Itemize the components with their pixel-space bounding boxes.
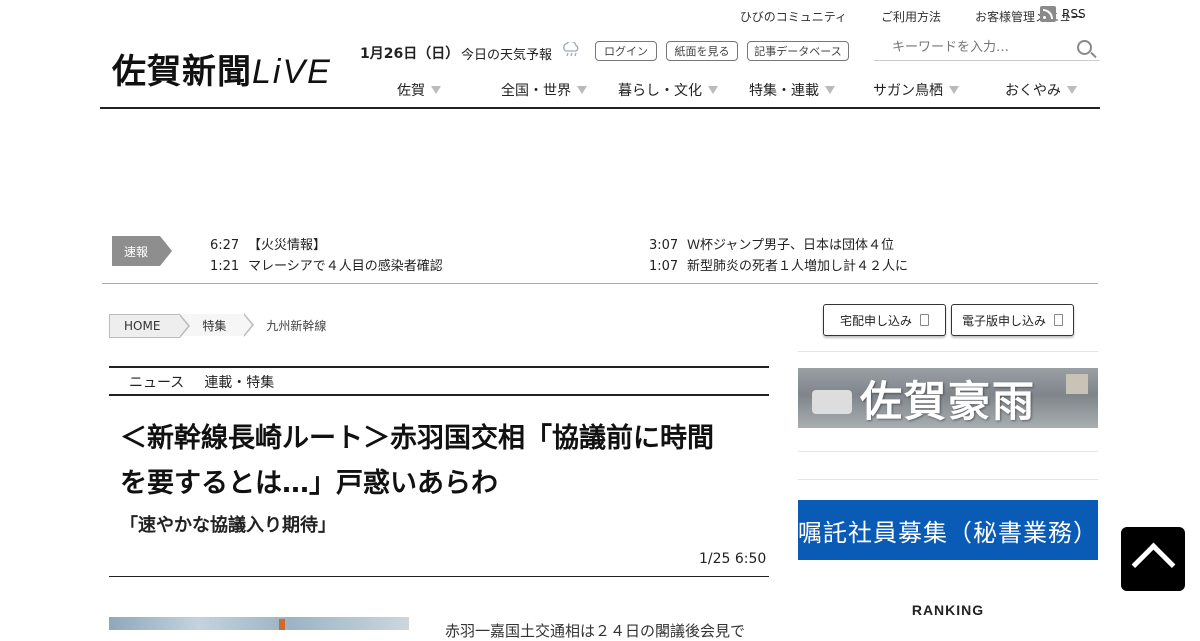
article-headline: ＜新幹線長崎ルート＞赤羽国交相「協議前に時間 を要するとは…」戸惑いあらわ: [120, 416, 760, 506]
chevron-down-icon: [949, 86, 959, 94]
sidebar-divider: [798, 351, 1098, 352]
breaking-arrow: [160, 236, 172, 266]
nav-label: 佐賀: [397, 83, 425, 99]
rss-link[interactable]: RSS: [1040, 6, 1086, 22]
utility-link-howto[interactable]: ご利用方法: [881, 8, 941, 25]
weather-link[interactable]: 今日の天気予報: [461, 44, 552, 63]
chevron-down-icon: [825, 86, 835, 94]
rss-label: RSS: [1062, 7, 1086, 21]
nav-label: 暮らし・文化: [618, 83, 702, 99]
chevron-down-icon: [577, 86, 587, 94]
chevron-right-icon: [179, 314, 191, 338]
search-box: [874, 36, 1100, 61]
utility-nav: ひびのコミュニティ ご利用方法 お客様管理メニュー: [740, 8, 1083, 25]
sidebar-divider: [798, 479, 1098, 480]
news-time: 1:21: [210, 259, 240, 274]
breaking-news-item[interactable]: 6:27 【火災情報】: [210, 234, 326, 253]
breadcrumb-label: 九州新幹線: [266, 318, 327, 333]
nav-label: おくやみ: [1005, 83, 1061, 99]
breadcrumb-label: 特集: [202, 318, 227, 333]
nav-label: 全国・世界: [501, 83, 571, 99]
breaking-news-item[interactable]: 3:07 Ｗ杯ジャンプ男子、日本は団体４位: [649, 234, 894, 253]
news-title: 【火災情報】: [248, 238, 327, 253]
button-label: 宅配申し込み: [839, 313, 912, 328]
search-icon[interactable]: [1077, 40, 1092, 55]
news-time: 3:07: [649, 238, 679, 253]
article-body-preview: 赤羽一嘉国土交通相は２４日の閣議後会見で: [445, 622, 746, 640]
headline-line-2: を要するとは…」戸惑いあらわ: [120, 468, 498, 499]
chevron-right-icon: [243, 313, 255, 337]
ranking-heading: RANKING: [911, 602, 985, 618]
nav-item-lifestyle[interactable]: 暮らし・文化: [618, 80, 718, 100]
nav-item-features[interactable]: 特集・連載: [749, 80, 835, 100]
digital-edition-button[interactable]: 電子版申し込み: [951, 304, 1074, 336]
heavy-rain-banner[interactable]: 佐賀豪雨: [798, 368, 1098, 428]
nav-item-national-world[interactable]: 全国・世界: [501, 80, 587, 100]
chevron-down-icon: [1067, 86, 1077, 94]
breaking-news-item[interactable]: 1:21 マレーシアで４人目の感染者確認: [210, 255, 443, 274]
login-button[interactable]: ログイン: [595, 41, 657, 61]
current-date: 1月26日（日）: [360, 46, 460, 62]
chevron-down-icon: [431, 86, 441, 94]
breaking-news-item[interactable]: 1:07 新型肺炎の死者１人増加し計４２人に: [649, 255, 908, 274]
article-tabs: ニュース 連載・特集: [129, 372, 274, 392]
banner-title: 佐賀豪雨: [859, 376, 1036, 426]
document-icon: [920, 314, 929, 326]
rain-cloud-icon[interactable]: [562, 42, 580, 58]
tab-news[interactable]: ニュース: [129, 372, 184, 392]
sidebar-divider: [798, 451, 1098, 452]
nav-item-saga[interactable]: 佐賀: [397, 80, 441, 100]
nav-label: サガン鳥栖: [873, 83, 943, 99]
article-subheadline: 「速やかな協議入り期待」: [120, 515, 336, 536]
breadcrumb: HOME 特集 九州新幹線: [109, 313, 326, 338]
rss-icon: [1040, 6, 1056, 22]
tabs-top-rule: [109, 366, 769, 368]
utility-link-community[interactable]: ひびのコミュニティ: [740, 8, 847, 25]
search-input[interactable]: [874, 38, 1090, 57]
breaking-divider: [102, 283, 1098, 284]
breadcrumb-current: 九州新幹線: [244, 314, 326, 336]
nav-label: 特集・連載: [749, 83, 819, 99]
view-paper-button[interactable]: 紙面を見る: [666, 41, 738, 61]
nav-item-obituaries[interactable]: おくやみ: [1005, 80, 1077, 100]
article-photo[interactable]: [109, 617, 409, 630]
device-icon: [1054, 314, 1063, 326]
news-time: 1:07: [649, 259, 679, 274]
home-delivery-button[interactable]: 宅配申し込み: [823, 304, 946, 336]
article-database-button[interactable]: 記事データベース: [747, 41, 849, 61]
nav-item-sagan-tosu[interactable]: サガン鳥栖: [873, 80, 959, 100]
nav-divider: [100, 107, 1100, 109]
back-to-top-button[interactable]: [1121, 527, 1185, 591]
article-divider: [109, 576, 769, 577]
chevron-down-icon: [708, 86, 718, 94]
breadcrumb-label: HOME: [124, 319, 161, 333]
breaking-label: 速報: [112, 236, 172, 266]
recruit-banner[interactable]: 嘱託社員募集（秘書業務）: [798, 500, 1098, 560]
article-timestamp: 1/25 6:50: [699, 551, 767, 567]
button-label: 電子版申し込み: [961, 313, 1046, 328]
news-title: Ｗ杯ジャンプ男子、日本は団体４位: [687, 238, 894, 253]
breadcrumb-home[interactable]: HOME: [109, 314, 191, 338]
news-time: 6:27: [210, 238, 240, 253]
news-title: 新型肺炎の死者１人増加し計４２人に: [687, 259, 909, 274]
breaking-label-text: 速報: [112, 236, 160, 266]
headline-line-1: ＜新幹線長崎ルート＞赤羽国交相「協議前に時間: [120, 423, 714, 454]
tabs-bottom-rule: [109, 394, 769, 396]
main-nav: 佐賀 全国・世界 暮らし・文化 特集・連載 サガン鳥栖 おくやみ: [0, 80, 1200, 104]
news-title: マレーシアで４人目の感染者確認: [248, 259, 443, 274]
tab-features[interactable]: 連載・特集: [204, 372, 274, 392]
